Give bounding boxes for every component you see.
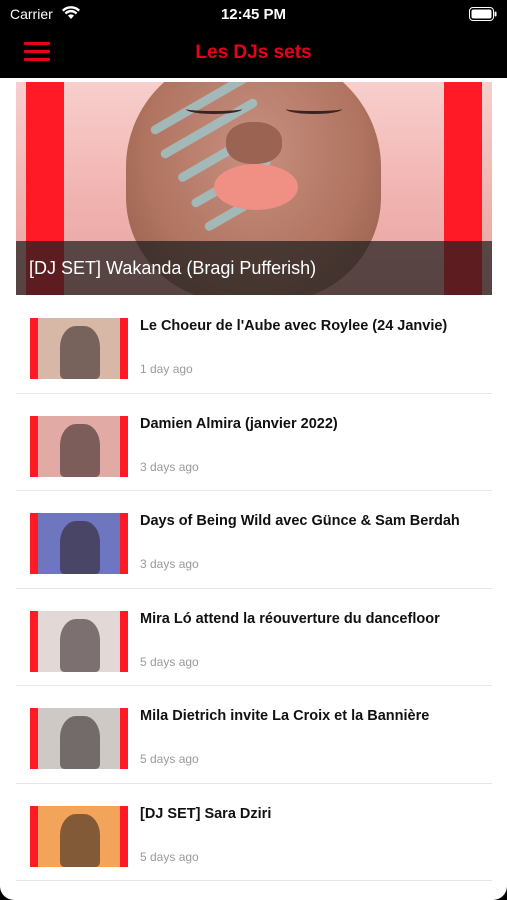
article-thumbnail [30,610,128,672]
article-time: 3 days ago [140,459,199,474]
featured-article[interactable]: [DJ SET] Wakanda (Bragi Pufferish) [16,82,492,295]
list-item[interactable]: Damien Almira (janvier 2022) 3 days ago [16,394,492,491]
status-bar: Carrier 12:45 PM [0,0,507,28]
battery-icon [469,7,497,21]
page-title: Les DJs sets [195,42,312,63]
content-area: [DJ SET] Wakanda (Bragi Pufferish) Le Ch… [0,78,507,900]
list-item[interactable]: Mira Ló attend la réouverture du dancefl… [16,589,492,686]
article-title: Le Choeur de l'Aube avec Roylee (24 Janv… [140,318,448,334]
list-item[interactable]: Mila Dietrich invite La Croix et la Bann… [16,686,492,784]
article-title: Days of Being Wild avec Günce & Sam Berd… [140,513,460,529]
article-thumbnail [30,415,128,477]
article-time: 5 days ago [140,752,199,766]
status-time: 12:45 PM [220,6,287,23]
article-thumbnail [30,805,128,867]
article-title: [DJ SET] Sara Dziri [140,805,272,822]
article-thumbnail [30,708,128,769]
list-item[interactable]: Days of Being Wild avec Günce & Sam Berd… [16,491,492,589]
article-time: 5 days ago [140,849,199,864]
featured-lips-shape [214,164,298,210]
list-item[interactable]: Le Choeur de l'Aube avec Roylee (24 Janv… [16,296,492,394]
navigation-bar: Les DJs sets [0,28,507,78]
featured-nose-shape [226,122,282,164]
article-title: Damien Almira (janvier 2022) [140,415,338,432]
article-list: Le Choeur de l'Aube avec Roylee (24 Janv… [16,296,492,881]
list-item[interactable]: [DJ SET] Sara Dziri 5 days ago [16,784,492,881]
article-title: Mila Dietrich invite La Croix et la Bann… [140,708,430,724]
article-time: 1 day ago [140,362,193,376]
article-thumbnail [30,513,128,574]
article-thumbnail [30,318,128,379]
article-time: 5 days ago [140,654,199,669]
article-time: 3 days ago [140,557,199,571]
article-title: Mira Ló attend la réouverture du dancefl… [140,610,440,627]
featured-caption: [DJ SET] Wakanda (Bragi Pufferish) [16,241,492,295]
